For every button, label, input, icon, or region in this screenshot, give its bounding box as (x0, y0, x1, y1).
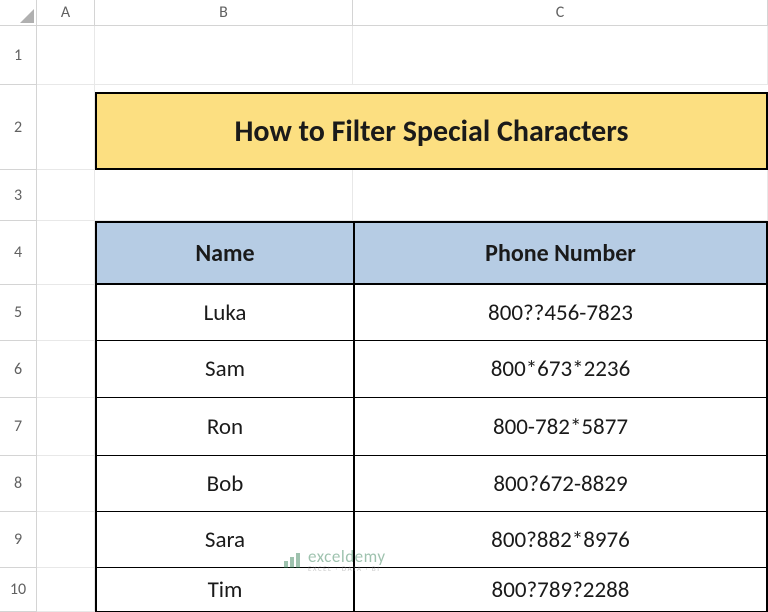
table-header-name[interactable]: Name (95, 221, 353, 285)
cell-a1[interactable] (37, 26, 95, 85)
cell-name-1[interactable]: Sam (95, 341, 353, 398)
row-header-1[interactable]: 1 (0, 26, 37, 85)
select-all-corner[interactable] (0, 0, 37, 26)
cell-b3[interactable] (95, 170, 353, 221)
spreadsheet-grid: A B C 1 2 How to Filter Special Characte… (0, 0, 768, 612)
cell-phone-3[interactable]: 800?672-8829 (353, 456, 768, 512)
cell-c3[interactable] (353, 170, 768, 221)
row-header-3[interactable]: 3 (0, 170, 37, 221)
cell-phone-5[interactable]: 800?789?2288 (353, 568, 768, 612)
cell-a10[interactable] (37, 568, 95, 612)
col-header-c[interactable]: C (353, 0, 768, 26)
row-header-2[interactable]: 2 (0, 85, 37, 170)
cell-a5[interactable] (37, 285, 95, 341)
cell-name-2[interactable]: Ron (95, 398, 353, 456)
row-header-8[interactable]: 8 (0, 456, 37, 512)
row-header-6[interactable]: 6 (0, 341, 37, 398)
row-header-10[interactable]: 10 (0, 568, 37, 612)
cell-a6[interactable] (37, 341, 95, 398)
col-header-a[interactable]: A (37, 0, 95, 26)
col-header-b[interactable]: B (95, 0, 353, 26)
cell-phone-2[interactable]: 800-782*5877 (353, 398, 768, 456)
cell-name-0[interactable]: Luka (95, 285, 353, 341)
cell-a9[interactable] (37, 512, 95, 568)
row-header-4[interactable]: 4 (0, 221, 37, 285)
row-header-5[interactable]: 5 (0, 285, 37, 341)
table-header-phone[interactable]: Phone Number (353, 221, 768, 285)
cell-a3[interactable] (37, 170, 95, 221)
cell-a7[interactable] (37, 398, 95, 456)
cell-name-4[interactable]: Sara (95, 512, 353, 568)
cell-phone-4[interactable]: 800?882*8976 (353, 512, 768, 568)
cell-phone-0[interactable]: 800??456-7823 (353, 285, 768, 341)
row-header-7[interactable]: 7 (0, 398, 37, 456)
cell-name-3[interactable]: Bob (95, 456, 353, 512)
cell-a8[interactable] (37, 456, 95, 512)
cell-phone-1[interactable]: 800*673*2236 (353, 341, 768, 398)
row-header-9[interactable]: 9 (0, 512, 37, 568)
cell-a4[interactable] (37, 221, 95, 285)
cell-name-5[interactable]: Tim (95, 568, 353, 612)
cell-b1[interactable] (95, 26, 353, 85)
cell-c1[interactable] (353, 26, 768, 85)
title-cell[interactable]: How to Filter Special Characters (95, 92, 768, 170)
cell-a2[interactable] (37, 85, 95, 170)
